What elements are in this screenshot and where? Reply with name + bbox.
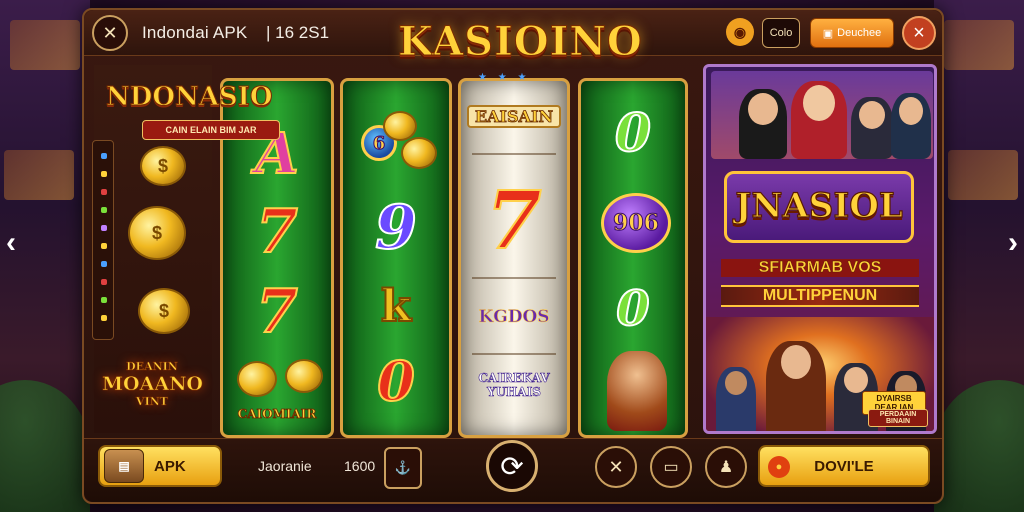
spin-button[interactable]: ⟳ (486, 440, 538, 492)
left-panel-subtitle: CAIN ELAIN BIM JAR (142, 120, 280, 140)
reel-2[interactable]: 6 9 k 0 (340, 78, 452, 438)
coin-icon[interactable]: ◉ (726, 18, 754, 46)
tools-button[interactable]: ✕ (595, 446, 637, 488)
reel-3-top-badge: EAISAIN (467, 105, 561, 128)
close-icon: × (913, 21, 925, 44)
coin-icon: $ (138, 288, 190, 334)
promo-tag-top: PERDAAIN BINAIN (868, 409, 928, 427)
colo-label: Colo (769, 27, 793, 39)
reel-symbol: 0 (376, 348, 416, 414)
treasure-chest-icon: ▤ (104, 449, 144, 483)
reel-symbol: 0 (614, 102, 652, 165)
crossed-tools-icon: ✕ (608, 456, 624, 477)
deuchee-label: Deuchee (837, 27, 882, 39)
anchor-icon: ⚓ (394, 460, 412, 475)
logo-stars: ★ ★ ★ (478, 72, 531, 83)
reel-3[interactable]: EAISAIN 7 KGDOS CAIREKAV YUHAIS (458, 78, 570, 438)
deuchee-button[interactable]: ▣ Deuchee (810, 18, 894, 48)
promo-title: JNASIOL (724, 171, 914, 243)
lion-mascot-icon (607, 351, 667, 431)
download-button[interactable]: ● DOVI'LE (758, 445, 930, 487)
reel-3-mid-badge: KGDOS (478, 307, 550, 328)
app-code: | 16 2S1 (266, 23, 330, 42)
crossed-tools-icon: ✕ (102, 22, 118, 43)
user-icon: ♟ (718, 459, 734, 476)
coin-icon: ● (768, 456, 790, 478)
coin-icon (285, 359, 323, 393)
reel-1-badge: CAIOMIAIR (237, 407, 317, 422)
reel-symbol: 7 (255, 196, 299, 268)
game-logo: KASIOINO (398, 18, 643, 66)
coin-icon (383, 111, 417, 141)
download-label: DOVI'LE (814, 457, 874, 475)
reel-4[interactable]: 0 906 0 (578, 78, 688, 438)
promo-panel[interactable]: PERDAAIN BINAIN JNASIOL SFIARMAB VOS MUL… (703, 64, 937, 434)
chat-button[interactable]: ▭ (650, 446, 692, 488)
coin-icon (401, 137, 437, 169)
next-arrow-icon[interactable]: › (1008, 226, 1018, 260)
footer-label-1: Jaoranie (258, 458, 312, 474)
chat-icon: ▭ (663, 459, 679, 476)
promo-line-2: MULTIPPENUN (721, 285, 919, 307)
mode-badge-line2: MOAANO (102, 373, 204, 396)
reel-3-bottom-badge: CAIREKAV YUHAIS (478, 371, 550, 400)
reel-chip: 906 (601, 193, 671, 253)
reel-symbol: 7 (485, 172, 543, 268)
apk-label: APK (154, 457, 186, 475)
promo-hero-image (711, 71, 933, 159)
left-panel-title: NDONASIO (106, 82, 274, 113)
coin-icon: $ (128, 206, 186, 260)
mode-badge[interactable]: DEANIN MOAANO VINT (102, 360, 204, 416)
apk-button[interactable]: ▤ APK (98, 445, 222, 487)
promo-line-1: SFIARMAB VOS (721, 259, 919, 277)
coin-icon (237, 361, 277, 397)
anchor-button[interactable]: ⚓ (384, 447, 422, 489)
reel-symbol: 9 (374, 192, 418, 264)
coin-icon: $ (140, 146, 186, 186)
mode-badge-line3: VINT (136, 395, 169, 409)
paytable-rail[interactable] (92, 140, 114, 340)
reel-symbol: 7 (255, 276, 299, 348)
colo-button[interactable]: Colo (762, 18, 800, 48)
reel-symbol: 0 (615, 280, 650, 338)
gift-icon: ▣ (822, 27, 834, 40)
mode-badge-line1: DEANIN (126, 360, 178, 374)
refresh-icon: ⟳ (500, 450, 524, 482)
reel-symbol: k (380, 280, 413, 333)
profile-button[interactable]: ♟ (705, 446, 747, 488)
app-title: Indondai APK (142, 23, 248, 42)
footer-label-2: 1600 (344, 458, 376, 474)
previous-arrow-icon[interactable]: ‹ (6, 226, 16, 260)
menu-button[interactable]: ✕ (92, 15, 128, 51)
close-button[interactable]: × (902, 16, 936, 50)
